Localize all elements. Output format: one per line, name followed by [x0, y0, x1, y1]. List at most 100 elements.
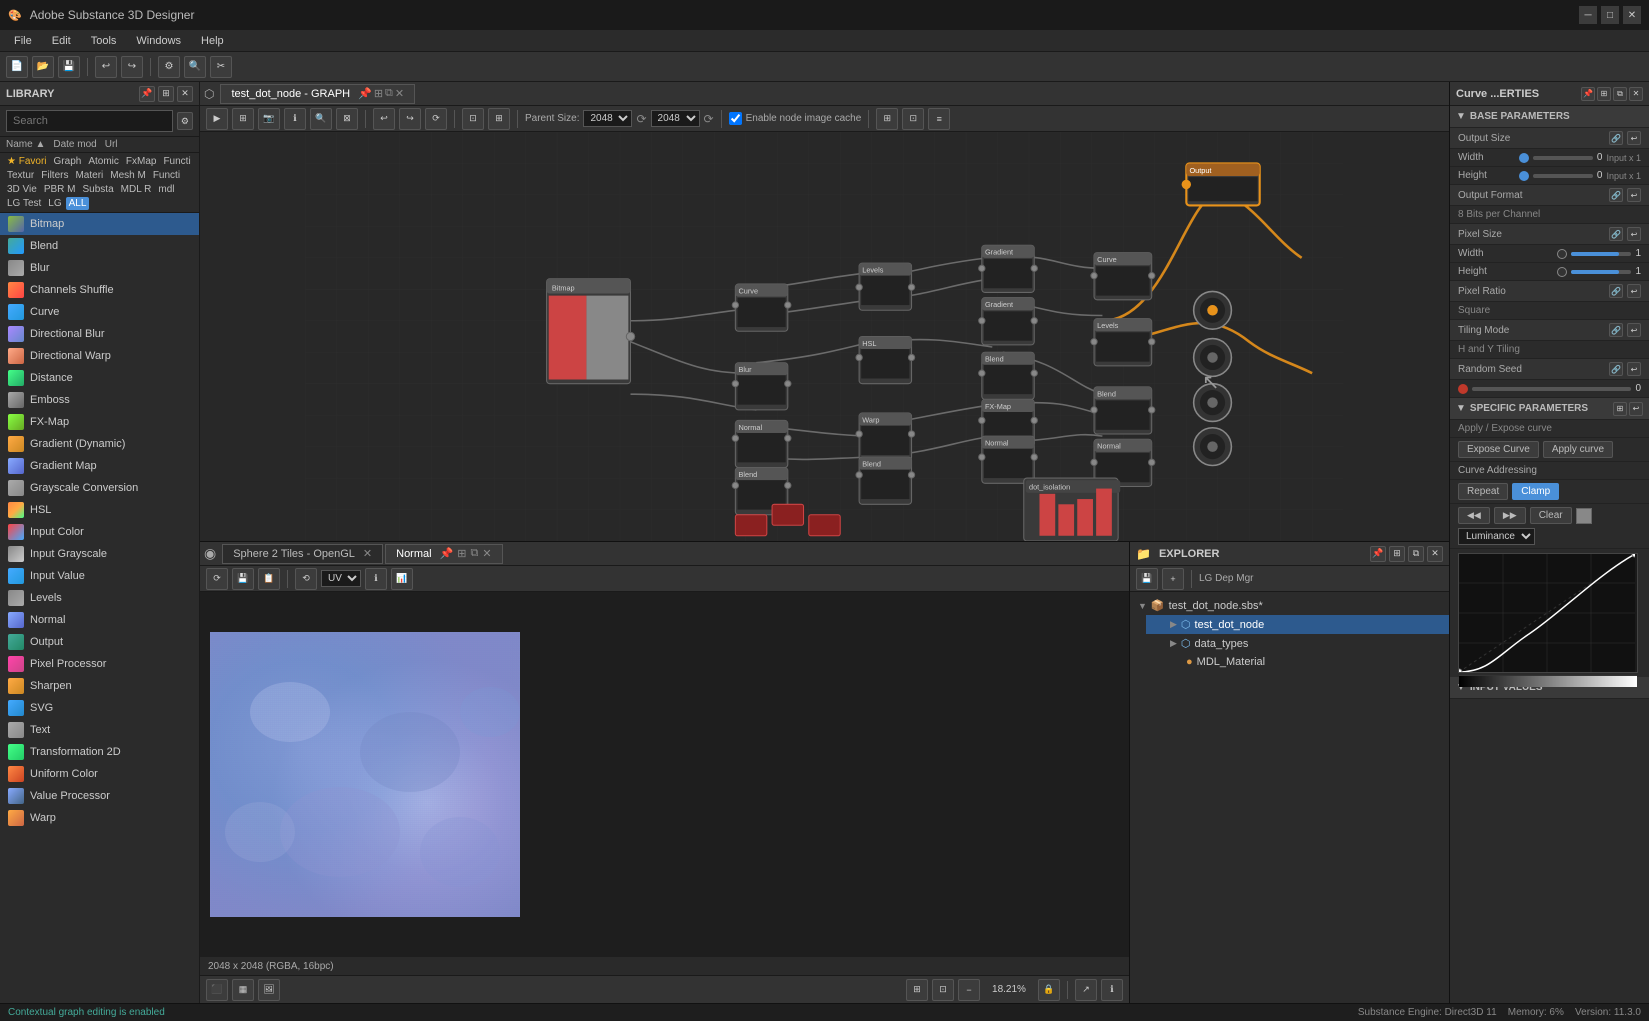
lib-item-gradient-(dynamic)[interactable]: Gradient (Dynamic): [0, 433, 199, 455]
lib-item-input-grayscale[interactable]: Input Grayscale: [0, 543, 199, 565]
lib-item-text[interactable]: Text: [0, 719, 199, 741]
preview-zoom-out-btn[interactable]: −: [958, 979, 980, 1001]
menu-tools[interactable]: Tools: [81, 33, 127, 49]
graph-btn-4[interactable]: ℹ: [284, 108, 306, 130]
tree-item-mdl-material[interactable]: ● MDL_Material: [1146, 653, 1449, 671]
menu-windows[interactable]: Windows: [126, 33, 191, 49]
tab-mdlr[interactable]: MDL R: [118, 183, 155, 196]
menu-file[interactable]: File: [4, 33, 42, 49]
random-seed-dot[interactable]: [1458, 384, 1468, 394]
props-pin-button[interactable]: 📌: [1581, 87, 1595, 101]
library-close-button[interactable]: ✕: [177, 86, 193, 102]
lib-item-input-value[interactable]: Input Value: [0, 565, 199, 587]
explorer-close-button[interactable]: ✕: [1427, 546, 1443, 562]
explorer-pin-button[interactable]: 📌: [1370, 546, 1386, 562]
lib-item-gradient-map[interactable]: Gradient Map: [0, 455, 199, 477]
graph-btn-2[interactable]: ⊞: [232, 108, 254, 130]
tab-atomic[interactable]: Atomic: [85, 155, 122, 168]
tab-graph[interactable]: Graph: [51, 155, 85, 168]
expose-curve-button[interactable]: Expose Curve: [1458, 441, 1539, 458]
random-seed-link-btn[interactable]: 🔗: [1609, 362, 1623, 376]
pixel-height-slider[interactable]: [1571, 270, 1631, 274]
float-icon[interactable]: ⧉: [385, 87, 393, 100]
preview-lock-btn[interactable]: 🔒: [1038, 979, 1060, 1001]
tab-pbrm[interactable]: PBR M: [41, 183, 79, 196]
graph-btn-5[interactable]: 🔍: [310, 108, 332, 130]
lib-item-transformation-2d[interactable]: Transformation 2D: [0, 741, 199, 763]
pixel-ratio-link-btn[interactable]: 🔗: [1609, 284, 1623, 298]
tree-item-data-types[interactable]: ▶ ⬡ data_types: [1146, 634, 1449, 653]
curve-display[interactable]: [1458, 553, 1638, 673]
pixel-size-reset-btn[interactable]: ↩: [1627, 227, 1641, 241]
graph-btn-7[interactable]: ↩: [373, 108, 395, 130]
tool3-button[interactable]: ✂: [210, 56, 232, 78]
lib-item-svg[interactable]: SVG: [0, 697, 199, 719]
refresh-icon-2[interactable]: ⟳: [704, 112, 714, 126]
preview-tab-normal-pin[interactable]: 📌: [440, 547, 454, 560]
tab-lg[interactable]: LG: [45, 197, 64, 210]
preview-info-btn[interactable]: ℹ: [365, 568, 387, 590]
props-float-button[interactable]: ⧉: [1613, 87, 1627, 101]
tab-mdl[interactable]: mdl: [155, 183, 177, 196]
explorer-expand-button[interactable]: ⊞: [1389, 546, 1405, 562]
tab-fxmap[interactable]: FxMap: [123, 155, 160, 168]
pixel-width-slider[interactable]: [1571, 252, 1631, 256]
tab-all[interactable]: ALL: [66, 197, 90, 210]
tree-root[interactable]: ▼ 📦 test_dot_node.sbs*: [1130, 596, 1449, 615]
preview-tab-normal-float[interactable]: ⧉: [471, 547, 479, 560]
tab-functi2[interactable]: Functi: [150, 169, 183, 182]
specific-param-reset-btn[interactable]: ↩: [1629, 402, 1643, 416]
preview-tab-normal-close[interactable]: ✕: [482, 547, 491, 560]
curve-prev-btn[interactable]: ◀◀: [1458, 507, 1490, 524]
section-base-params[interactable]: ▼ BASE PARAMETERS: [1450, 106, 1649, 128]
library-expand-button[interactable]: ⊞: [158, 86, 174, 102]
node-preview-left[interactable]: Bitmap: [547, 279, 635, 384]
tool1-button[interactable]: ⚙: [158, 56, 180, 78]
lib-item-blend[interactable]: Blend: [0, 235, 199, 257]
section-specific-params[interactable]: ▼ SPECIFIC PARAMETERS ⊞ ↩: [1450, 398, 1649, 420]
preview-tab-normal[interactable]: Normal 📌 ⊞ ⧉ ✕: [385, 544, 502, 564]
preview-btn-4[interactable]: ⟲: [295, 568, 317, 590]
lib-item-fx-map[interactable]: FX-Map: [0, 411, 199, 433]
graph-canvas[interactable]: Bitmap Curve: [200, 132, 1449, 541]
graph-btn-9[interactable]: ⟳: [425, 108, 447, 130]
pixel-size-link-btn[interactable]: 🔗: [1609, 227, 1623, 241]
preview-tab-sphere[interactable]: Sphere 2 Tiles - OpenGL ✕: [222, 544, 383, 564]
pixel-height-dot[interactable]: [1557, 267, 1567, 277]
lib-item-levels[interactable]: Levels: [0, 587, 199, 609]
lib-item-bitmap[interactable]: Bitmap: [0, 213, 199, 235]
preview-info-btn-2[interactable]: ℹ: [1101, 979, 1123, 1001]
repeat-button[interactable]: Repeat: [1458, 483, 1508, 500]
lib-item-blur[interactable]: Blur: [0, 257, 199, 279]
output-size-reset-btn[interactable]: ↩: [1627, 131, 1641, 145]
output-size-link-btn[interactable]: 🔗: [1609, 131, 1623, 145]
open-button[interactable]: 📂: [32, 56, 54, 78]
random-seed-slider[interactable]: [1472, 387, 1631, 391]
maximize-button[interactable]: □: [1601, 6, 1619, 24]
graph-btn-3[interactable]: 📷: [258, 108, 280, 130]
pin-icon[interactable]: 📌: [358, 87, 372, 100]
lib-item-hsl[interactable]: HSL: [0, 499, 199, 521]
output-width-slider[interactable]: [1533, 156, 1593, 160]
lib-item-warp[interactable]: Warp: [0, 807, 199, 829]
lib-item-emboss[interactable]: Emboss: [0, 389, 199, 411]
close-icon[interactable]: ✕: [395, 87, 404, 100]
minimize-button[interactable]: ─: [1579, 6, 1597, 24]
lib-item-directional-warp[interactable]: Directional Warp: [0, 345, 199, 367]
explorer-float-button[interactable]: ⧉: [1408, 546, 1424, 562]
preview-tab-sphere-close[interactable]: ✕: [363, 547, 372, 560]
node-group-middle[interactable]: Curve Blur Normal: [732, 284, 791, 515]
preview-export-btn[interactable]: ↗: [1075, 979, 1097, 1001]
tool2-button[interactable]: 🔍: [184, 56, 206, 78]
graph-btn-11[interactable]: ⊞: [488, 108, 510, 130]
graph-btn-10[interactable]: ⊡: [462, 108, 484, 130]
tiling-mode-reset-btn[interactable]: ↩: [1627, 323, 1641, 337]
preview-content[interactable]: [200, 592, 1129, 957]
curve-next-btn[interactable]: ▶▶: [1494, 507, 1526, 524]
preview-bottom-btn-3[interactable]: 🖼: [258, 979, 280, 1001]
pixel-width-dot[interactable]: [1557, 249, 1567, 259]
lib-item-curve[interactable]: Curve: [0, 301, 199, 323]
uv-select[interactable]: UV: [321, 570, 361, 587]
explorer-save-btn[interactable]: 💾: [1136, 568, 1158, 590]
parent-size-select2[interactable]: 2048: [651, 110, 700, 127]
